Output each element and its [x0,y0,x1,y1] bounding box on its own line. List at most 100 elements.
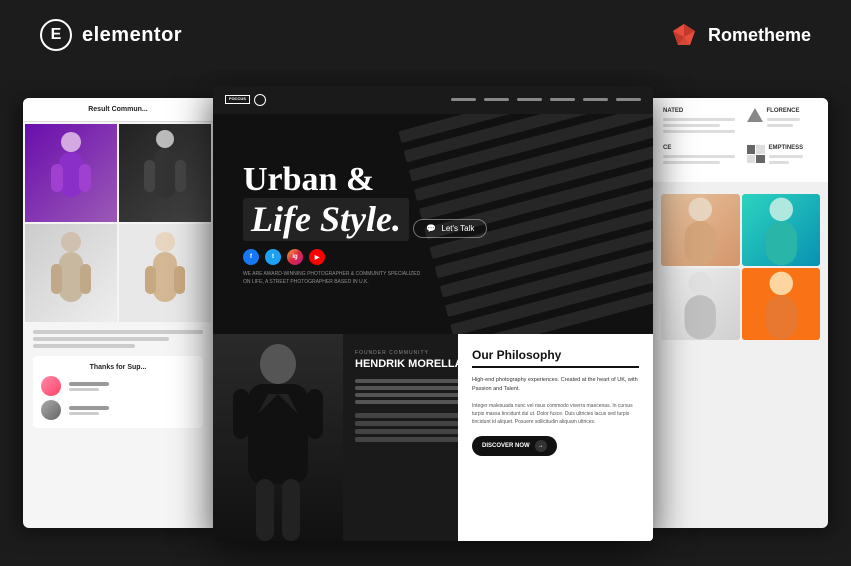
nav-link [451,98,476,101]
rometheme-text: Rometheme [708,25,811,46]
text-line [767,124,793,127]
right-panel-top: NATED FLORENCE [653,98,828,182]
avatar-text-2 [69,406,109,415]
lets-talk-button[interactable]: 💬 Let's Talk [413,219,487,238]
avatar-1 [41,376,61,396]
rometheme-icon-svg [670,21,698,49]
hero-title-line1: Urban & [243,161,633,198]
philosophy-subtext: Integer malesuada nunc vel risus commodo… [472,402,639,426]
photo-cell-2 [119,124,211,222]
right-col-3: CE [663,145,741,164]
avatar-text-1 [69,382,109,391]
logo-icon-small [254,94,266,106]
photo-grid-cell-2 [742,194,821,266]
text-line [663,155,735,158]
nav-link [616,98,641,101]
text-line [769,155,804,158]
avatar-sub-1 [69,388,99,391]
chat-icon: 💬 [426,224,436,233]
nav-link [517,98,542,101]
right-label-emptiness: EMPTINESS [769,145,804,151]
philosophy-section: Our Philosophy High-end photography expe… [458,334,653,541]
philosophy-text: High-end photography experiences. Create… [472,376,639,395]
avatar-name-2 [69,406,109,410]
checker-icon [747,145,765,163]
avatar-sub-2 [69,412,99,415]
avatar-2 [41,400,61,420]
portrait-section: FOUNDER COMMUNITY HENDRIK MORELLA [213,334,653,541]
florence-row: FLORENCE [747,108,819,127]
nav-links [451,98,641,101]
photo-grid-cell-1 [661,194,740,266]
nav-link [583,98,608,101]
testimonial-title: Thanks for Sup... [41,364,195,371]
discover-now-button[interactable]: DISCOVER NOW → [472,436,557,456]
right-col-1: NATED [663,108,741,133]
text-line [33,337,169,341]
photo-grid-cell-3 [661,268,740,340]
left-panel: Result Commun... [23,98,213,528]
photo-grid-2x2 [653,186,828,348]
lets-talk-label: Let's Talk [441,224,474,233]
main-container: E elementor Rometheme Result Commun... [0,0,851,566]
avatar-row-1 [41,376,195,396]
top-bar: E elementor Rometheme [0,0,851,70]
hero-title-line2: Life Style. [243,198,409,242]
nav-link [550,98,575,101]
right-label-row-2: CE [663,145,818,164]
right-text-lines-3 [663,155,735,164]
nav-link [484,98,509,101]
right-label-florence: FLORENCE [767,108,800,114]
text-line [767,118,800,121]
right-label-ce: CE [663,145,735,151]
site-logo: FOCCUS [225,94,266,106]
portrait-person [213,334,343,541]
triangle-icon [747,108,763,122]
instagram-icon[interactable]: ig [287,249,303,265]
photo-cell-1 [25,124,117,222]
right-text-lines-1 [663,118,735,133]
right-text-lines-4 [769,155,804,164]
hero-content: Urban & Life Style. 💬 Let's Talk f t ig … [213,161,653,287]
emptiness-row: EMPTINESS [747,145,819,164]
right-panel: NATED FLORENCE [653,98,828,528]
preview-area: Result Commun... [0,70,851,566]
photo-cell-3 [25,224,117,322]
hero-subtext: WE ARE AWARD-WINNING PHOTOGRAPHER & COMM… [243,271,423,286]
social-icons-row: f t ig ▶ [243,249,633,265]
right-label-row: NATED FLORENCE [663,108,818,133]
right-text-lines-2 [767,118,800,127]
right-col-2: FLORENCE [741,108,819,133]
text-line [663,118,735,121]
right-label-nated: NATED [663,108,735,114]
avatar-name-1 [69,382,109,386]
center-panel: FOCCUS [213,86,653,541]
photo-grid-cell-4 [742,268,821,340]
text-line [663,161,720,164]
left-photos-grid [23,122,213,322]
avatar-row-2 [41,400,195,420]
text-line [769,161,790,164]
elementor-logo: E elementor [40,19,182,51]
elementor-icon: E [40,19,72,51]
photo-cell-4 [119,224,211,322]
logo-box: FOCCUS [225,95,250,104]
text-line [33,330,203,334]
site-nav: FOCCUS [213,86,653,114]
text-line [663,130,735,133]
arrow-icon: → [535,440,547,452]
left-panel-bottom: Thanks for Sup... [23,322,213,436]
elementor-text: elementor [82,24,182,47]
rometheme-logo: Rometheme [670,21,811,49]
youtube-icon[interactable]: ▶ [309,249,325,265]
testimonial-box: Thanks for Sup... [33,356,203,428]
hero-section: Urban & Life Style. 💬 Let's Talk f t ig … [213,114,653,334]
text-line [663,124,720,127]
right-col-4: EMPTINESS [741,145,819,164]
small-text-lines [33,330,203,348]
facebook-icon[interactable]: f [243,249,259,265]
twitter-icon[interactable]: t [265,249,281,265]
text-line [33,344,135,348]
philosophy-heading: Our Philosophy [472,348,639,368]
left-panel-header: Result Commun... [23,98,213,122]
